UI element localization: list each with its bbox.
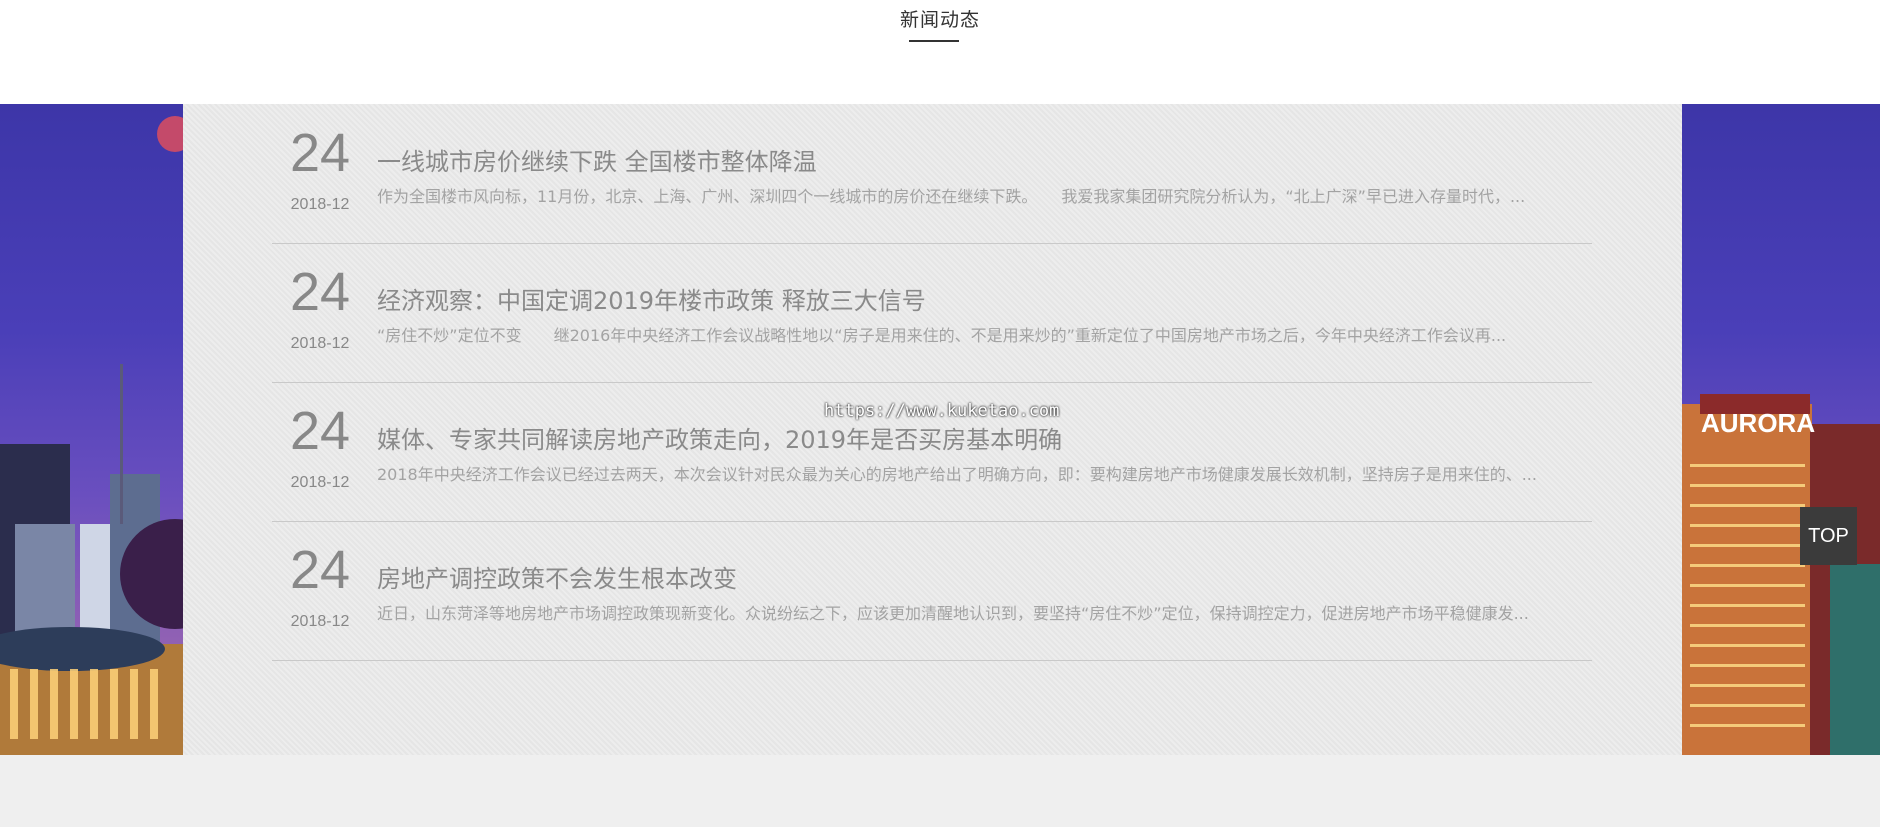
news-title[interactable]: 媒体、专家共同解读房地产政策走向，2019年是否买房基本明确: [377, 420, 1587, 455]
news-summary: “房住不炒”定位不变 继2016年中央经济工作会议战略性地以“房子是用来住的、不…: [377, 326, 1507, 345]
news-title[interactable]: 房地产调控政策不会发生根本改变: [377, 559, 1587, 594]
news-summary: 2018年中央经济工作会议已经过去两天，本次会议针对民众最为关心的房地产给出了明…: [377, 465, 1537, 484]
title-underline: [909, 40, 959, 42]
section-title: 新闻动态: [899, 9, 980, 31]
news-day: 24: [289, 123, 351, 183]
footer-band: [0, 755, 1880, 827]
aurora-sign: AURORA: [1701, 408, 1815, 438]
news-item[interactable]: 24 2018-12 经济观察：中国定调2019年楼市政策 释放三大信号 “房住…: [272, 243, 1592, 383]
news-summary: 作为全国楼市风向标，11月份，北京、上海、广州、深圳四个一线城市的房价还在继续下…: [377, 187, 1526, 206]
news-day: 24: [289, 262, 351, 322]
news-year-month: 2018-12: [290, 474, 350, 491]
back-to-top-button[interactable]: TOP: [1800, 507, 1857, 565]
news-title[interactable]: 一线城市房价继续下跌 全国楼市整体降温: [377, 142, 1587, 177]
news-item[interactable]: 24 2018-12 一线城市房价继续下跌 全国楼市整体降温 作为全国楼市风向标…: [272, 104, 1592, 244]
right-skyline: [1682, 394, 1880, 755]
news-day: 24: [289, 540, 351, 600]
news-item[interactable]: 24 2018-12 房地产调控政策不会发生根本改变 近日，山东菏泽等地房地产市…: [272, 521, 1592, 661]
news-year-month: 2018-12: [290, 613, 350, 630]
watermark-url: https://www.kuketao.com: [824, 401, 1060, 421]
section-header: 新闻动态: [0, 0, 1880, 104]
news-year-month: 2018-12: [290, 335, 350, 352]
news-year-month: 2018-12: [290, 196, 350, 213]
news-day: 24: [289, 401, 351, 461]
news-summary: 近日，山东菏泽等地房地产市场调控政策现新变化。众说纷纭之下，应该更加清醒地认识到…: [377, 604, 1529, 623]
news-title[interactable]: 经济观察：中国定调2019年楼市政策 释放三大信号: [377, 281, 1587, 316]
